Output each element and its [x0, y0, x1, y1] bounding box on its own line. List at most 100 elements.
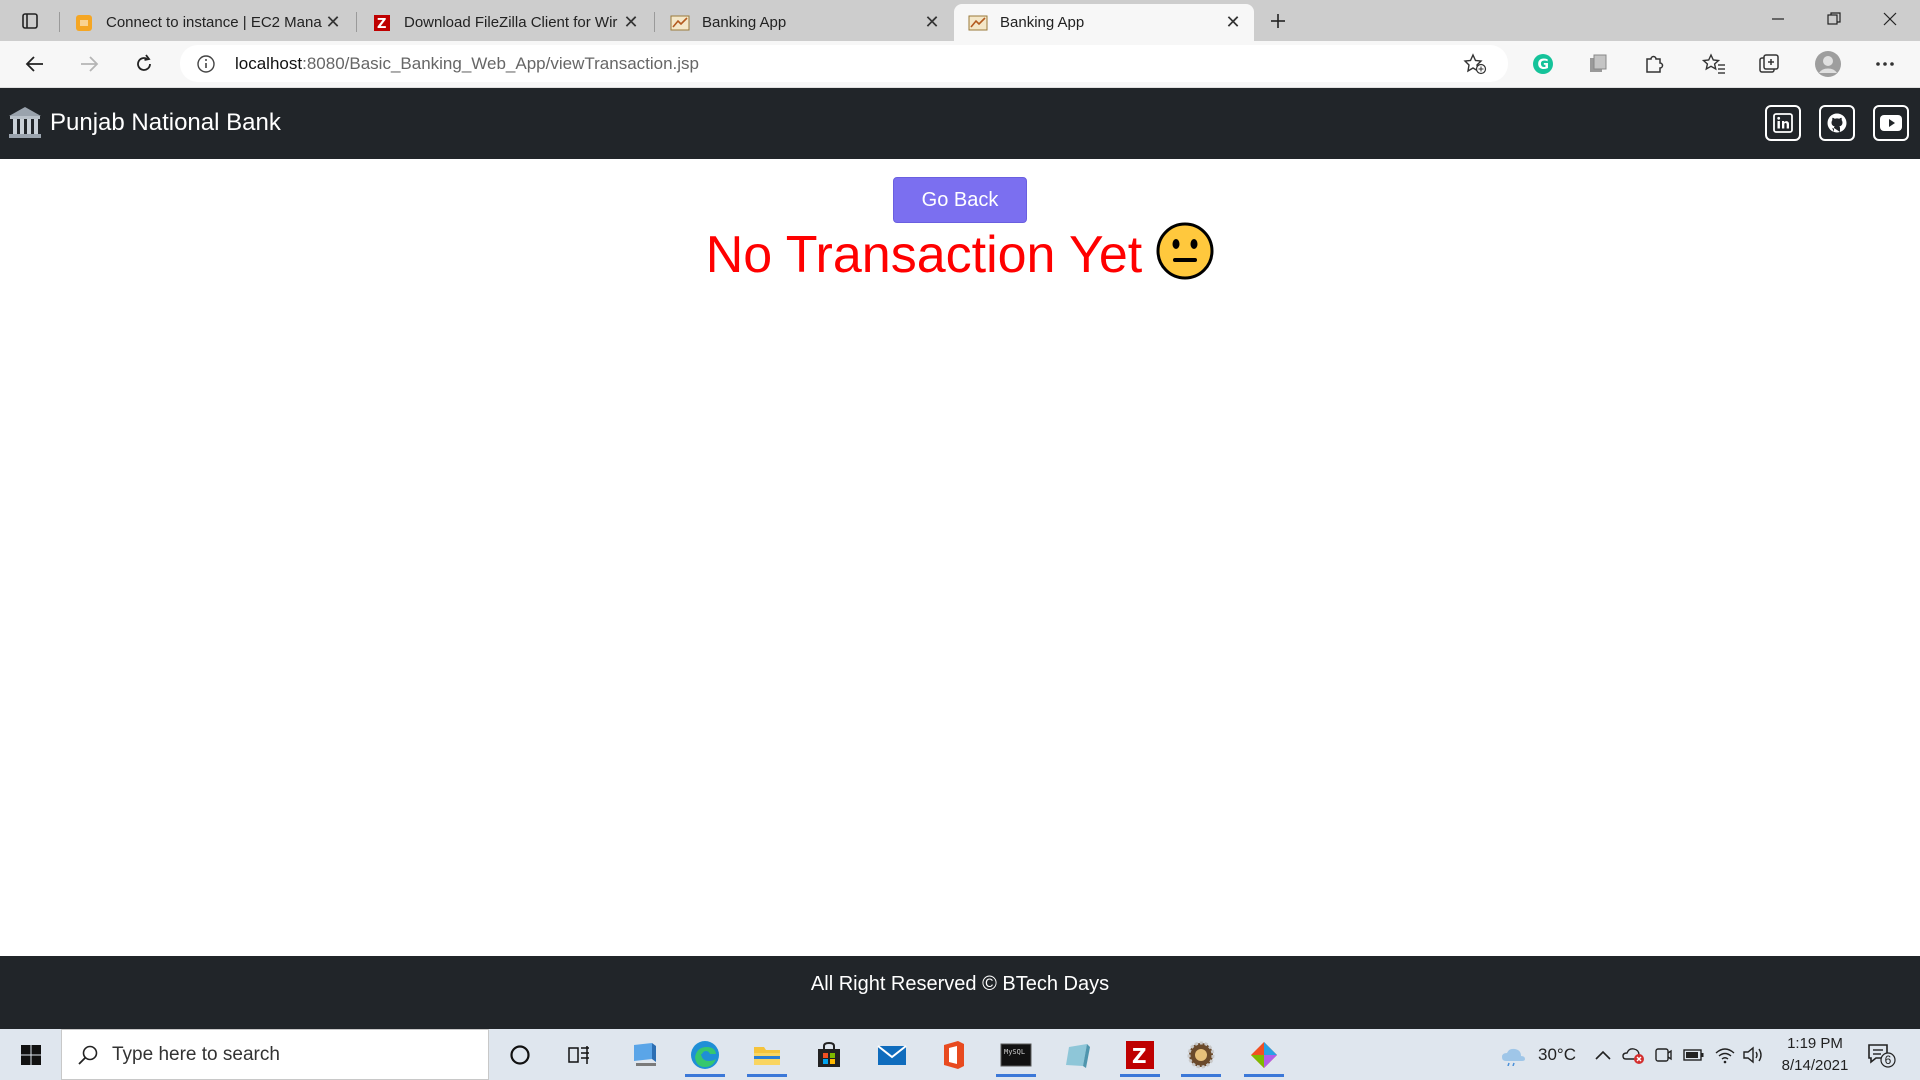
minimize-button[interactable]	[1750, 0, 1806, 38]
taskbar-search-box[interactable]: Type here to search	[61, 1029, 489, 1080]
taskbar-clock[interactable]: 1:19 PM 8/14/2021	[1760, 1033, 1870, 1077]
taskbar-app-store[interactable]	[801, 1033, 857, 1077]
svg-text:Z: Z	[377, 17, 386, 32]
onedrive-error-icon	[1622, 1047, 1644, 1064]
glass-app-icon	[1066, 1044, 1090, 1068]
mail-icon	[877, 1045, 907, 1065]
desktop-computer-icon	[634, 1043, 656, 1066]
close-tab-icon[interactable]: ✕	[322, 12, 344, 34]
svg-text:Z: Z	[1132, 1044, 1147, 1068]
github-icon	[1827, 113, 1847, 133]
tray-wifi[interactable]	[1714, 1029, 1736, 1080]
app-footer: All Right Reserved © BTech Days	[0, 956, 1920, 1029]
weather-widget[interactable]: 30°C	[1500, 1029, 1576, 1080]
svg-text:MySQL: MySQL	[1004, 1048, 1025, 1056]
tab-actions-button[interactable]	[12, 5, 48, 37]
clock-date: 8/14/2021	[1781, 1057, 1849, 1074]
cortana-button[interactable]	[492, 1033, 548, 1077]
taskbar-app-mail[interactable]	[864, 1033, 920, 1077]
brand-link[interactable]: Punjab National Bank	[6, 104, 281, 142]
forward-button[interactable]	[72, 48, 106, 80]
no-transaction-message: No Transaction Yet	[0, 222, 1920, 286]
taskbar-app-filezilla[interactable]: Z	[1112, 1033, 1168, 1077]
start-button[interactable]	[10, 1039, 52, 1071]
collections-icon[interactable]	[1752, 48, 1786, 80]
taskbar-app-office[interactable]	[926, 1033, 982, 1077]
gear-icon	[1187, 1041, 1215, 1069]
restore-icon	[1827, 12, 1841, 25]
office-icon	[944, 1041, 964, 1069]
tray-meet-now[interactable]	[1654, 1029, 1672, 1080]
tray-battery[interactable]	[1683, 1029, 1705, 1080]
cortana-icon	[510, 1045, 530, 1065]
youtube-icon	[1880, 115, 1902, 131]
url-text[interactable]: localhost:8080/Basic_Banking_Web_App/vie…	[235, 54, 699, 74]
new-tab-button[interactable]	[1262, 6, 1294, 36]
bank-app-icon	[968, 13, 988, 33]
tray-overflow-button[interactable]	[1594, 1029, 1612, 1080]
notification-count: 6	[1884, 1053, 1892, 1067]
minimize-icon	[1772, 18, 1784, 20]
bank-building-icon	[9, 107, 41, 138]
battery-icon	[1683, 1048, 1704, 1061]
footer-text: All Right Reserved © BTech Days	[810, 973, 1110, 995]
close-window-button[interactable]	[1862, 0, 1918, 38]
camera-icon	[1655, 1047, 1672, 1062]
youtube-button[interactable]	[1873, 105, 1909, 141]
close-icon	[1883, 12, 1897, 26]
taskbar-app-edge[interactable]	[677, 1033, 733, 1077]
favorites-icon[interactable]	[1697, 48, 1731, 80]
tab-separator	[654, 12, 655, 32]
filezilla-icon: Z	[372, 13, 392, 33]
restore-button[interactable]	[1806, 0, 1862, 38]
more-menu-icon[interactable]	[1868, 48, 1902, 80]
profile-avatar-icon[interactable]	[1811, 48, 1845, 80]
svg-text:G: G	[1538, 57, 1550, 73]
tab-banking-app-active[interactable]: Banking App ✕	[954, 4, 1254, 41]
aws-icon	[74, 13, 94, 33]
tab-title: Download FileZilla Client for Wir	[404, 14, 618, 31]
taskbar-app-file-explorer[interactable]	[739, 1033, 795, 1077]
notification-center-button[interactable]: 6	[1866, 1029, 1898, 1080]
git-tools-icon	[1251, 1042, 1277, 1068]
task-view-button[interactable]	[551, 1033, 607, 1077]
chevron-up-icon	[1595, 1050, 1611, 1060]
tab-banking-app[interactable]: Banking App ✕	[656, 4, 953, 41]
clock-time: 1:19 PM	[1787, 1035, 1843, 1052]
tab-separator	[356, 12, 357, 32]
site-info-icon[interactable]	[196, 54, 216, 79]
plus-icon	[1271, 14, 1285, 28]
taskbar-app-git[interactable]	[1236, 1033, 1292, 1077]
no-transaction-text: No Transaction Yet	[705, 226, 1143, 284]
taskbar-app-terminal[interactable]: MySQL	[988, 1033, 1044, 1077]
close-tab-icon[interactable]: ✕	[1222, 12, 1244, 34]
extensions-puzzle-icon[interactable]	[1637, 48, 1671, 80]
linkedin-button[interactable]	[1765, 105, 1801, 141]
store-bag-icon	[818, 1041, 840, 1067]
tab-title: Banking App	[702, 14, 787, 31]
refresh-button[interactable]	[127, 48, 161, 80]
address-bar[interactable]: localhost:8080/Basic_Banking_Web_App/vie…	[180, 45, 1508, 82]
github-button[interactable]	[1819, 105, 1855, 141]
back-button[interactable]	[18, 48, 52, 80]
edge-browser-icon	[691, 1041, 719, 1069]
forward-arrow-icon	[81, 56, 99, 72]
tab-ec2[interactable]: Connect to instance | EC2 Manag ✕	[60, 4, 354, 41]
bank-app-icon	[670, 13, 690, 33]
add-favorite-icon[interactable]	[1463, 53, 1487, 80]
taskbar-app-computer[interactable]	[617, 1033, 673, 1077]
browser-tab-strip: Connect to instance | EC2 Manag ✕ Z Down…	[0, 0, 1920, 41]
search-placeholder: Type here to search	[112, 1043, 280, 1065]
close-tab-icon[interactable]: ✕	[921, 12, 943, 34]
close-tab-icon[interactable]: ✕	[620, 12, 642, 34]
weather-temperature: 30°C	[1538, 1044, 1576, 1064]
filezilla-icon: Z	[1126, 1041, 1154, 1069]
taskbar-app-glass[interactable]	[1050, 1033, 1106, 1077]
tray-onedrive[interactable]	[1622, 1029, 1646, 1080]
taskbar-app-tomcat[interactable]	[1173, 1033, 1229, 1077]
grammarly-icon[interactable]: G	[1526, 48, 1560, 80]
go-back-button[interactable]: Go Back	[893, 177, 1027, 223]
terminal-icon: MySQL	[1000, 1043, 1032, 1067]
extension-icon[interactable]	[1581, 48, 1615, 80]
tab-filezilla[interactable]: Z Download FileZilla Client for Wir ✕	[358, 4, 652, 41]
